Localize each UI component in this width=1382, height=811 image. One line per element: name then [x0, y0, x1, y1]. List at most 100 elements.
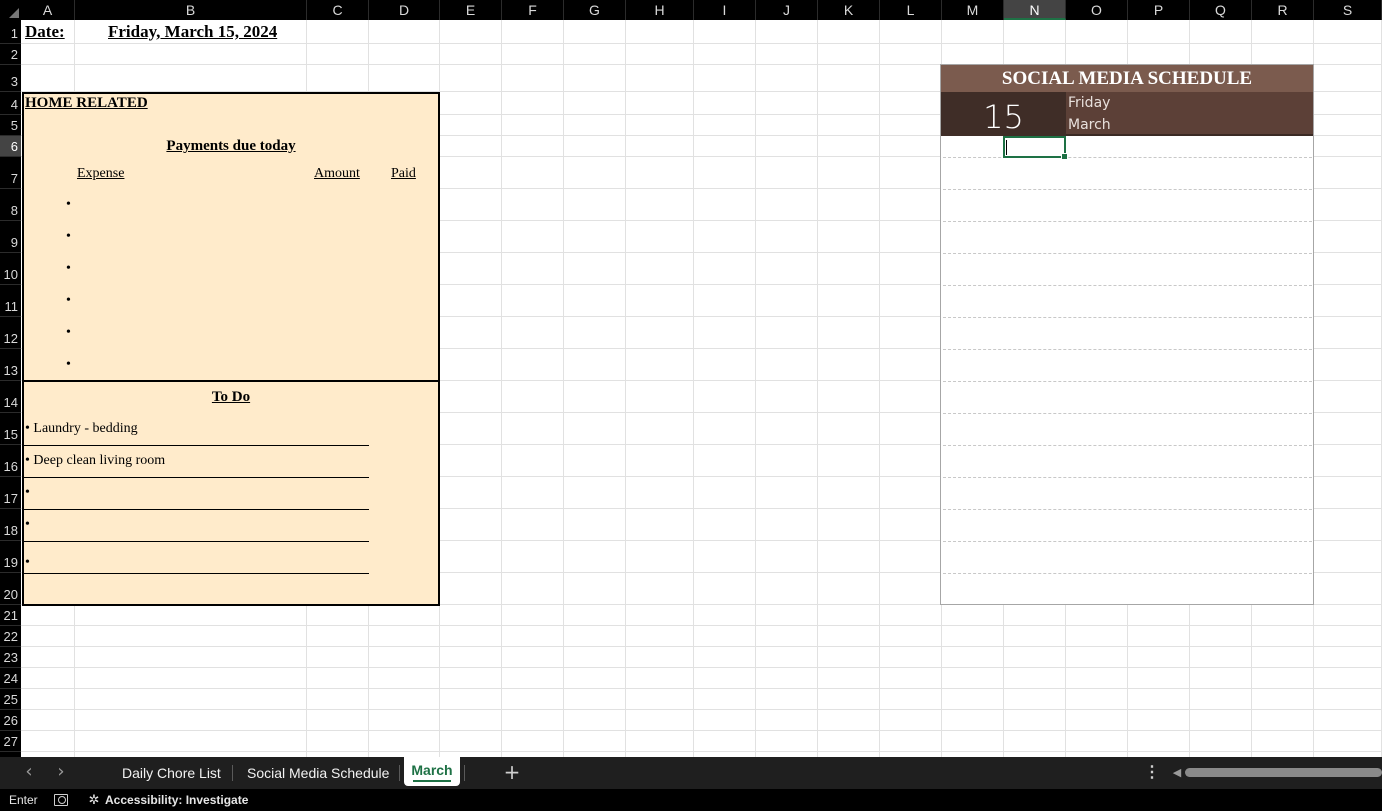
column-header-n[interactable]: N	[1004, 0, 1066, 20]
schedule-row-line	[943, 157, 1312, 158]
todo-underline	[24, 573, 369, 574]
todo-item[interactable]: • Deep clean living room	[25, 453, 165, 469]
column-header-d[interactable]: D	[369, 0, 440, 20]
tab-social-media-schedule[interactable]: Social Media Schedule	[247, 757, 389, 789]
row-header-12[interactable]: 12	[0, 317, 21, 349]
row-header-22[interactable]: 22	[0, 626, 21, 647]
row-header-13[interactable]: 13	[0, 349, 21, 381]
row-header-18[interactable]: 18	[0, 509, 21, 541]
month-label: March	[1068, 117, 1111, 133]
row-header-15[interactable]: 15	[0, 413, 21, 445]
row-header-23[interactable]: 23	[0, 647, 21, 668]
row-header-25[interactable]: 25	[0, 689, 21, 710]
home-related-title: HOME RELATED	[25, 95, 148, 111]
schedule-row-line	[943, 413, 1312, 414]
row-header-24[interactable]: 24	[0, 668, 21, 689]
row-header-1[interactable]: 1	[0, 20, 21, 44]
column-header-k[interactable]: K	[818, 0, 880, 20]
expense-bullet[interactable]: •	[66, 325, 71, 341]
gridline-horizontal	[21, 625, 1382, 626]
row-header-19[interactable]: 19	[0, 541, 21, 573]
column-header-b[interactable]: B	[75, 0, 307, 20]
column-header-m[interactable]: M	[942, 0, 1004, 20]
row-header-26[interactable]: 26	[0, 710, 21, 731]
column-header-s[interactable]: S	[1314, 0, 1382, 20]
expense-bullet[interactable]: •	[66, 197, 71, 213]
todo-item[interactable]: •	[25, 555, 30, 571]
row-header-3[interactable]: 3	[0, 65, 21, 92]
paid-header: Paid	[391, 166, 416, 181]
row-header-4[interactable]: 4	[0, 92, 21, 115]
chevron-right-icon[interactable]: ›	[47, 757, 75, 789]
column-header-i[interactable]: I	[694, 0, 756, 20]
column-header-q[interactable]: Q	[1190, 0, 1252, 20]
row-header-5[interactable]: 5	[0, 115, 21, 136]
active-tab-indicator	[413, 780, 451, 782]
social-media-panel	[940, 64, 1314, 605]
gridline-horizontal	[21, 646, 1382, 647]
column-header-h[interactable]: H	[626, 0, 694, 20]
expense-bullet[interactable]: •	[66, 229, 71, 245]
todo-item[interactable]: •	[25, 517, 30, 533]
chevron-left-icon[interactable]: ‹	[15, 757, 43, 789]
todo-item[interactable]: •	[25, 485, 30, 501]
schedule-row-line	[943, 381, 1312, 382]
row-header-20[interactable]: 20	[0, 573, 21, 605]
active-cell[interactable]	[1003, 136, 1068, 160]
schedule-row-line	[943, 541, 1312, 542]
row-header-7[interactable]: 7	[0, 157, 21, 189]
add-sheet-icon[interactable]: +	[500, 757, 524, 789]
schedule-row-line	[943, 477, 1312, 478]
accessibility-icon[interactable]: ✲	[86, 791, 102, 809]
todo-title: To Do	[211, 389, 251, 405]
tab-separator	[464, 765, 465, 781]
macro-recording-icon[interactable]	[54, 794, 68, 806]
row-header-10[interactable]: 10	[0, 253, 21, 285]
column-header-l[interactable]: L	[880, 0, 942, 20]
expense-header: Expense	[77, 166, 125, 181]
column-header-f[interactable]: F	[502, 0, 564, 20]
column-header-o[interactable]: O	[1066, 0, 1128, 20]
column-header-e[interactable]: E	[440, 0, 502, 20]
column-header-g[interactable]: G	[564, 0, 626, 20]
row-header-11[interactable]: 11	[0, 285, 21, 317]
column-header-r[interactable]: R	[1252, 0, 1314, 20]
cell-mode-indicator: Enter	[9, 793, 38, 807]
weekday-label: Friday	[1068, 95, 1111, 111]
row-header-bar: 1 2 3 4 5 6 7 8 9 10 11 12 13 14 15 16 17 18 19 20 21 22 23 24 2…	[0, 20, 21, 757]
more-options-icon[interactable]: ⋮	[1143, 757, 1161, 789]
todo-underline	[24, 445, 369, 446]
column-header-a[interactable]: A	[21, 0, 75, 20]
row-header-8[interactable]: 8	[0, 189, 21, 221]
gridline-horizontal	[21, 688, 1382, 689]
expense-bullet[interactable]: •	[66, 261, 71, 277]
column-header-p[interactable]: P	[1128, 0, 1190, 20]
schedule-row-line	[943, 349, 1312, 350]
row-header-2[interactable]: 2	[0, 44, 21, 65]
schedule-row-line	[943, 509, 1312, 510]
column-header-c[interactable]: C	[307, 0, 369, 20]
expense-bullet[interactable]: •	[66, 357, 71, 373]
schedule-row-line	[943, 445, 1312, 446]
row-header-9[interactable]: 9	[0, 221, 21, 253]
row-header-14[interactable]: 14	[0, 381, 21, 413]
column-header-j[interactable]: J	[756, 0, 818, 20]
todo-underline	[24, 509, 369, 510]
day-number: 15	[983, 98, 1024, 136]
todo-item[interactable]: • Laundry - bedding	[25, 421, 138, 437]
expense-bullet[interactable]: •	[66, 293, 71, 309]
tab-separator	[399, 765, 400, 781]
row-header-17[interactable]: 17	[0, 477, 21, 509]
social-media-title: SOCIAL MEDIA SCHEDULE	[941, 65, 1313, 92]
scroll-left-icon[interactable]: ◀	[1170, 757, 1184, 789]
row-header-21[interactable]: 21	[0, 605, 21, 626]
row-header-16[interactable]: 16	[0, 445, 21, 477]
tab-daily-chore-list[interactable]: Daily Chore List	[122, 757, 221, 789]
row-header-27[interactable]: 27	[0, 731, 21, 752]
date-label: Date:	[25, 22, 65, 41]
select-all-corner[interactable]	[0, 0, 21, 20]
horizontal-scrollbar[interactable]	[1185, 768, 1382, 777]
gridline-horizontal	[21, 751, 1382, 752]
accessibility-status[interactable]: Accessibility: Investigate	[105, 789, 248, 811]
row-header-6[interactable]: 6	[0, 136, 21, 157]
